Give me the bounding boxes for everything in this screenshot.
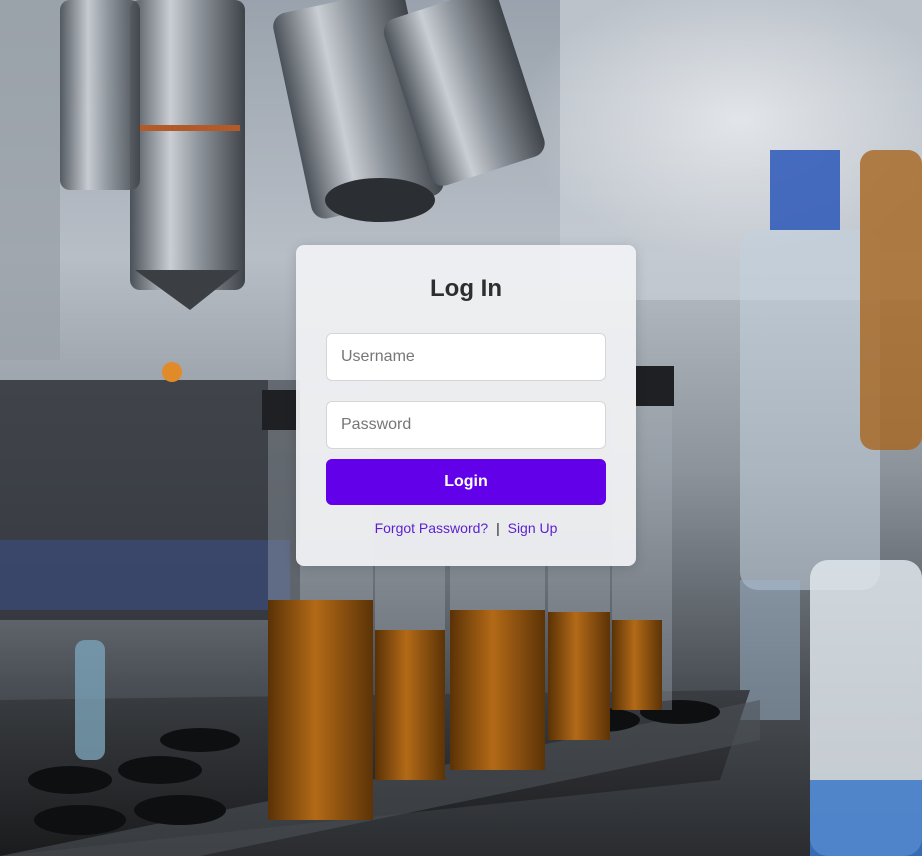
login-title: Log In: [430, 275, 502, 302]
login-button[interactable]: Login: [326, 459, 606, 505]
username-input[interactable]: [326, 333, 606, 381]
forgot-password-link[interactable]: Forgot Password?: [375, 520, 489, 536]
login-card: Log In Login Forgot Password? | Sign Up: [296, 245, 636, 566]
sign-up-link[interactable]: Sign Up: [508, 520, 558, 536]
links-separator: |: [496, 520, 500, 536]
password-input[interactable]: [326, 401, 606, 449]
auth-links: Forgot Password? | Sign Up: [296, 520, 636, 536]
